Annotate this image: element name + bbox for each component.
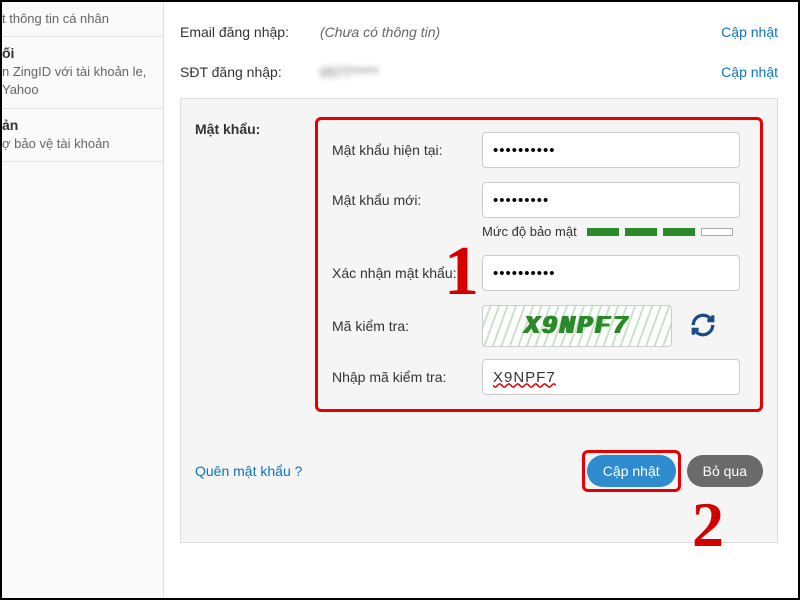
email-value: (Chưa có thông tin) <box>320 24 698 40</box>
phone-update-link[interactable]: Cập nhật <box>721 64 778 80</box>
sidebar-item-desc: n ZingID với tài khoản le, Yahoo <box>2 63 153 99</box>
new-password-input[interactable] <box>482 182 740 218</box>
captcha-input-label: Nhập mã kiểm tra: <box>332 369 482 385</box>
current-password-row: Mật khẩu hiện tại: <box>332 132 740 168</box>
email-update-link[interactable]: Cập nhật <box>721 24 778 40</box>
confirm-password-input[interactable] <box>482 255 740 291</box>
captcha-text: X9NPF7 <box>524 311 630 341</box>
password-change-panel: Mật khẩu: Mật khẩu hiện tại: Mật khẩu mớ… <box>180 98 778 543</box>
strength-bar-4 <box>701 228 733 236</box>
new-password-row: Mật khẩu mới: <box>332 182 740 218</box>
actions-row: Quên mật khẩu ? Cập nhật Bỏ qua <box>195 450 763 492</box>
captcha-input-row: Nhập mã kiểm tra: X9NPF7 <box>332 359 740 395</box>
skip-button[interactable]: Bỏ qua <box>687 455 763 487</box>
captcha-image: X9NPF7 <box>482 305 672 347</box>
captcha-refresh-button[interactable] <box>690 312 716 341</box>
phone-value: 0577***** <box>320 64 378 80</box>
sidebar-item-title: ản <box>2 117 153 133</box>
password-section-title: Mật khẩu: <box>195 121 260 137</box>
captcha-display-row: Mã kiểm tra: X9NPF7 <box>332 305 740 347</box>
sidebar-item-desc: ợ bảo vệ tài khoản <box>2 135 153 153</box>
new-password-label: Mật khẩu mới: <box>332 192 482 208</box>
strength-label: Mức độ bảo mật <box>482 224 577 239</box>
sidebar-item-desc: t thông tin cá nhân <box>2 10 153 28</box>
password-strength-row: Mức độ bảo mật <box>482 224 740 239</box>
main-content: Email đăng nhập: (Chưa có thông tin) Cập… <box>164 2 798 598</box>
sidebar: t thông tin cá nhân ối n ZingID với tài … <box>2 2 164 598</box>
strength-bar-1 <box>587 228 619 236</box>
submit-button-highlight: Cập nhật <box>582 450 681 492</box>
strength-bar-2 <box>625 228 657 236</box>
current-password-label: Mật khẩu hiện tại: <box>332 142 482 158</box>
captcha-label: Mã kiểm tra: <box>332 318 482 334</box>
password-form-highlight: Mật khẩu hiện tại: Mật khẩu mới: Mức độ … <box>315 117 763 412</box>
forgot-password-link[interactable]: Quên mật khẩu ? <box>195 463 302 479</box>
phone-login-row: SĐT đăng nhập: 0577***** Cập nhật <box>180 52 778 92</box>
sidebar-item-link-account[interactable]: ối n ZingID với tài khoản le, Yahoo <box>2 37 163 108</box>
confirm-password-row: Xác nhận mật khẩu: <box>332 255 740 291</box>
strength-bar-3 <box>663 228 695 236</box>
captcha-input[interactable]: X9NPF7 <box>482 359 740 395</box>
sidebar-item-personal-info[interactable]: t thông tin cá nhân <box>2 2 163 37</box>
sidebar-item-title: ối <box>2 45 153 61</box>
email-login-row: Email đăng nhập: (Chưa có thông tin) Cập… <box>180 12 778 52</box>
submit-button[interactable]: Cập nhật <box>587 455 676 487</box>
refresh-icon <box>690 312 716 338</box>
captcha-input-value: X9NPF7 <box>493 369 556 386</box>
email-label: Email đăng nhập: <box>180 24 320 40</box>
current-password-input[interactable] <box>482 132 740 168</box>
confirm-password-label: Xác nhận mật khẩu: <box>332 265 482 281</box>
phone-label: SĐT đăng nhập: <box>180 64 320 80</box>
sidebar-item-security[interactable]: ản ợ bảo vệ tài khoản <box>2 109 163 162</box>
